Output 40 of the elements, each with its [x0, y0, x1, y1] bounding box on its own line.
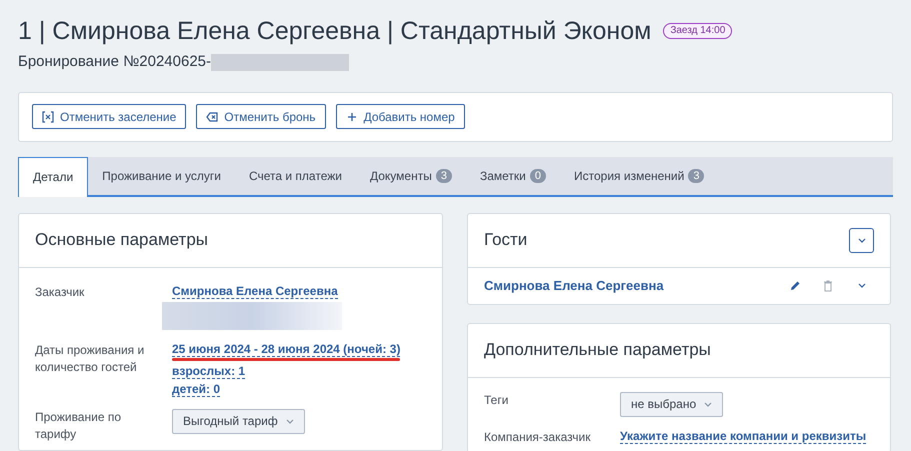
plus-icon	[346, 110, 358, 122]
pencil-icon[interactable]	[789, 280, 801, 292]
panel-title: Основные параметры	[35, 229, 208, 252]
link[interactable]: детей: 0	[172, 382, 220, 396]
chevron-down-icon	[286, 418, 294, 424]
tab[interactable]: Счета и платежи	[234, 156, 356, 194]
panel-title: Гости	[484, 229, 528, 252]
link[interactable]: 25 июня 2024 - 28 июня 2024 (ночей: 3)	[172, 342, 400, 356]
action-button[interactable]: Отменить заселение	[32, 104, 186, 129]
booking-number: Бронирование №20240625-	[18, 52, 212, 72]
tab[interactable]: Проживание и услуги	[88, 156, 235, 194]
link[interactable]: Смирнова Елена Сергеевна	[172, 284, 338, 298]
tab[interactable]: Документы 3	[356, 156, 466, 194]
expand-button[interactable]	[849, 228, 874, 252]
dropdown[interactable]: не выбрано	[620, 392, 724, 416]
chevron-down-icon[interactable]	[858, 283, 866, 288]
chevron-down-icon	[704, 402, 712, 406]
action-button[interactable]: Отменить бронь	[196, 104, 326, 129]
action-button[interactable]: Добавить номер	[336, 104, 465, 129]
chevron-down-icon	[858, 238, 866, 242]
tab[interactable]: История изменений 3	[560, 156, 718, 194]
tab[interactable]: Детали	[18, 156, 88, 196]
count-badge: 3	[688, 168, 704, 182]
tab[interactable]: Заметки 0	[466, 156, 560, 194]
field-label: Компания-заказчик	[484, 428, 592, 446]
field-label: Даты проживания и количество гостей	[35, 342, 146, 376]
dropdown[interactable]: Выгодный тариф	[172, 408, 305, 434]
guest-name[interactable]: Смирнова Елена Сергеевна	[484, 276, 789, 296]
page-title: 1 | Смирнова Елена Сергеевна | Стандартный Эконом	[18, 16, 652, 47]
backspace-icon	[206, 110, 218, 122]
count-badge: 0	[530, 168, 546, 182]
field-label: Заказчик	[35, 284, 86, 300]
checkin-badge: Заезд 14:00	[663, 23, 732, 39]
field-label: Проживание по тарифу	[35, 408, 122, 442]
link[interactable]: взрослых: 1	[172, 364, 246, 378]
bracket-x-icon	[42, 110, 54, 122]
count-badge: 3	[436, 168, 452, 182]
field-label: Теги	[484, 392, 510, 408]
link[interactable]: Укажите название компании и реквизиты	[620, 428, 866, 444]
panel-title: Дополнительные параметры	[484, 339, 711, 362]
